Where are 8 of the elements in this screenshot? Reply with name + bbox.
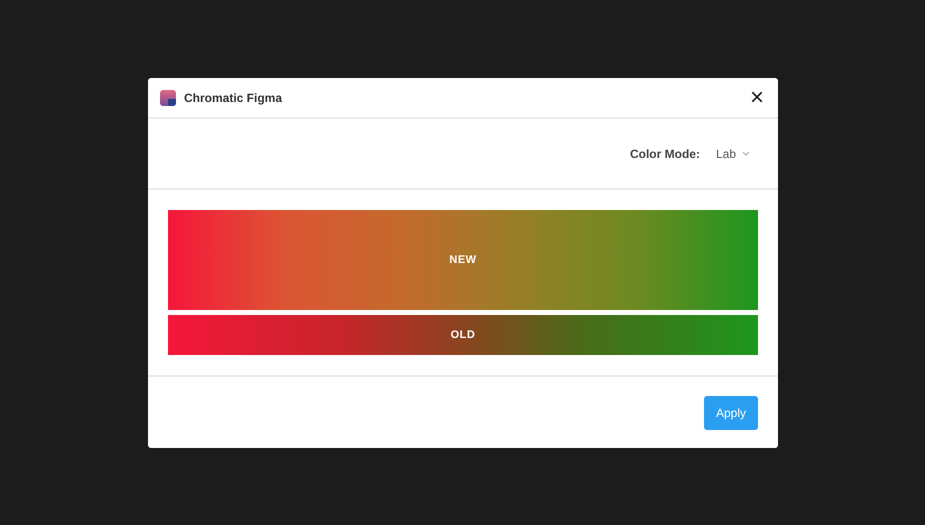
gradient-bar: OLD [168, 315, 758, 355]
window-title: Chromatic Figma [184, 90, 282, 106]
chevron-down-icon [742, 151, 750, 156]
color-mode-dropdown[interactable]: Lab [716, 144, 750, 162]
color-mode-label: Color Mode: [630, 146, 700, 162]
gradient-bar: NEW [168, 210, 758, 310]
app-icon [160, 90, 176, 106]
close-button[interactable]: × [748, 86, 766, 110]
